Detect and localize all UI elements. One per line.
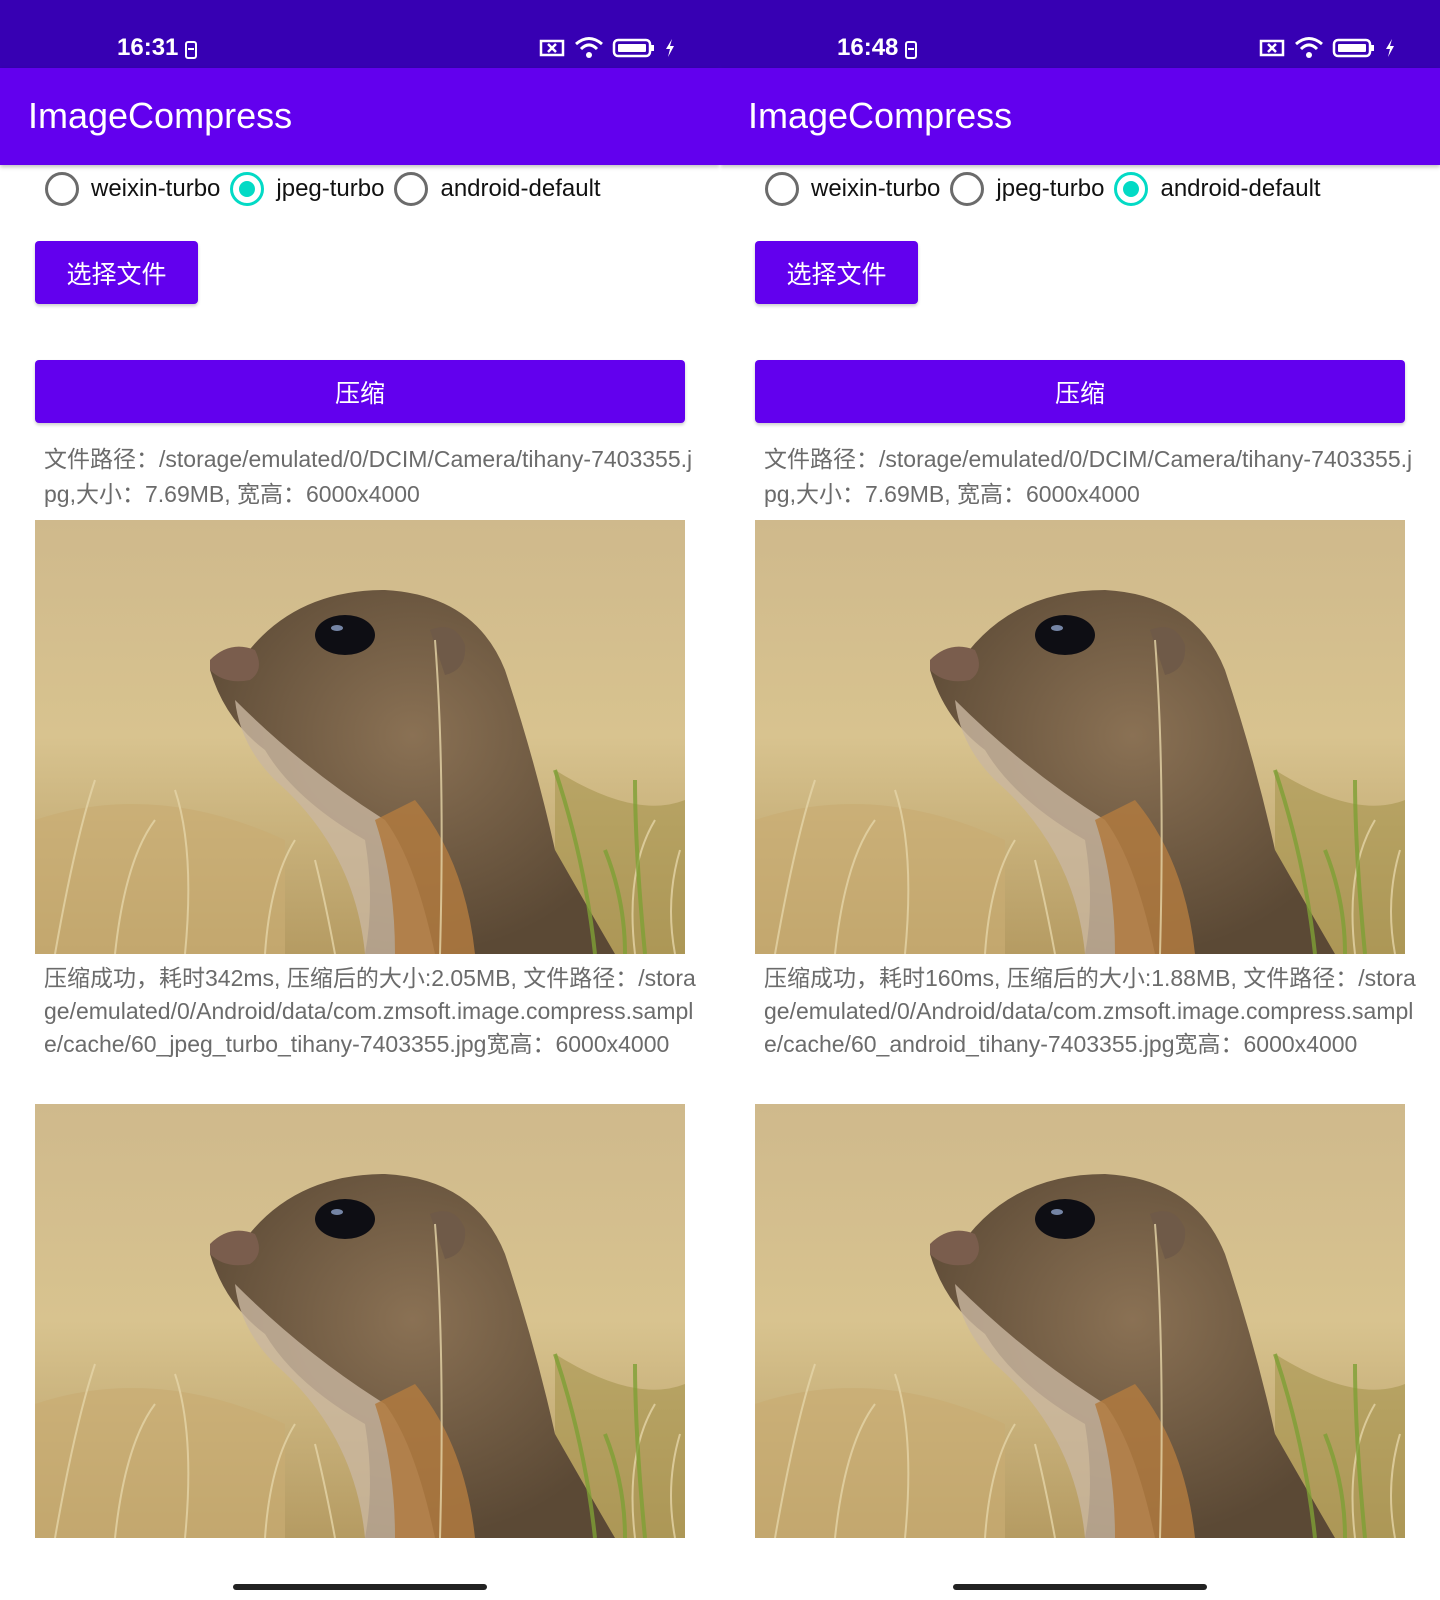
compress-button[interactable]: 压缩 (755, 360, 1405, 423)
radio-label: weixin-turbo (811, 175, 941, 202)
radio-jpeg-turbo[interactable]: jpeg-turbo (950, 172, 1104, 206)
compress-result-info: 压缩成功，耗时342ms, 压缩后的大小:2.05MB, 文件路径：/stora… (44, 965, 696, 1057)
radio-button[interactable] (765, 172, 799, 206)
source-file-info: 文件路径：/storage/emulated/0/DCIM/Camera/tih… (764, 446, 1413, 507)
home-indicator[interactable] (953, 1584, 1207, 1590)
select-file-button[interactable]: 选择文件 (755, 241, 918, 304)
status-time: 16:48 (837, 34, 899, 61)
radio-button[interactable] (45, 172, 79, 206)
compressed-image (35, 1104, 685, 1538)
select-file-button[interactable]: 选择文件 (35, 241, 198, 304)
charging-icon (1384, 38, 1396, 62)
no-sim-icon (538, 37, 566, 63)
compress-mode-radio-group: weixin-turbo jpeg-turbo android-default (765, 170, 1331, 208)
original-image (35, 520, 685, 954)
radio-label: jpeg-turbo (996, 175, 1105, 202)
app-title: ImageCompress (748, 95, 1013, 136)
charging-icon (664, 38, 676, 62)
home-indicator[interactable] (233, 1584, 487, 1590)
app-title: ImageCompress (28, 95, 293, 136)
radio-label: android-default (440, 175, 601, 202)
battery-icon (612, 37, 656, 63)
radio-button-selected[interactable] (1114, 172, 1149, 206)
radio-label: jpeg-turbo (276, 175, 385, 202)
phone-screen-right: 16:48 ImageCompress weixin-turbo jpeg-tu… (720, 0, 1440, 1600)
sim-icon (904, 40, 918, 64)
radio-button[interactable] (394, 172, 429, 206)
original-image (755, 520, 1405, 954)
radio-button-selected[interactable] (230, 172, 265, 206)
radio-android-default[interactable]: android-default (394, 172, 601, 206)
wifi-icon (574, 36, 604, 64)
status-bar: 16:48 (720, 0, 1440, 68)
app-bar: ImageCompress (0, 68, 720, 165)
compress-mode-radio-group: weixin-turbo jpeg-turbo android-default (45, 170, 611, 208)
radio-button[interactable] (950, 172, 985, 206)
phone-screen-left: 16:31 ImageCompress weixin-turbo jpeg-tu… (0, 0, 720, 1600)
status-icons (538, 36, 676, 64)
radio-label: weixin-turbo (91, 175, 221, 202)
radio-jpeg-turbo[interactable]: jpeg-turbo (230, 172, 384, 206)
radio-weixin-turbo[interactable]: weixin-turbo (765, 172, 940, 206)
compress-result-info: 压缩成功，耗时160ms, 压缩后的大小:1.88MB, 文件路径：/stora… (764, 965, 1416, 1057)
status-time: 16:31 (117, 34, 179, 61)
status-icons (1258, 36, 1396, 64)
compress-button[interactable]: 压缩 (35, 360, 685, 423)
radio-android-default[interactable]: android-default (1114, 172, 1321, 206)
wifi-icon (1294, 36, 1324, 64)
status-bar: 16:31 (0, 0, 720, 68)
source-file-info: 文件路径：/storage/emulated/0/DCIM/Camera/tih… (44, 446, 693, 507)
app-bar: ImageCompress (720, 68, 1440, 165)
no-sim-icon (1258, 37, 1286, 63)
radio-label: android-default (1160, 175, 1321, 202)
radio-weixin-turbo[interactable]: weixin-turbo (45, 172, 220, 206)
compressed-image (755, 1104, 1405, 1538)
sim-icon (184, 40, 198, 64)
battery-icon (1332, 37, 1376, 63)
